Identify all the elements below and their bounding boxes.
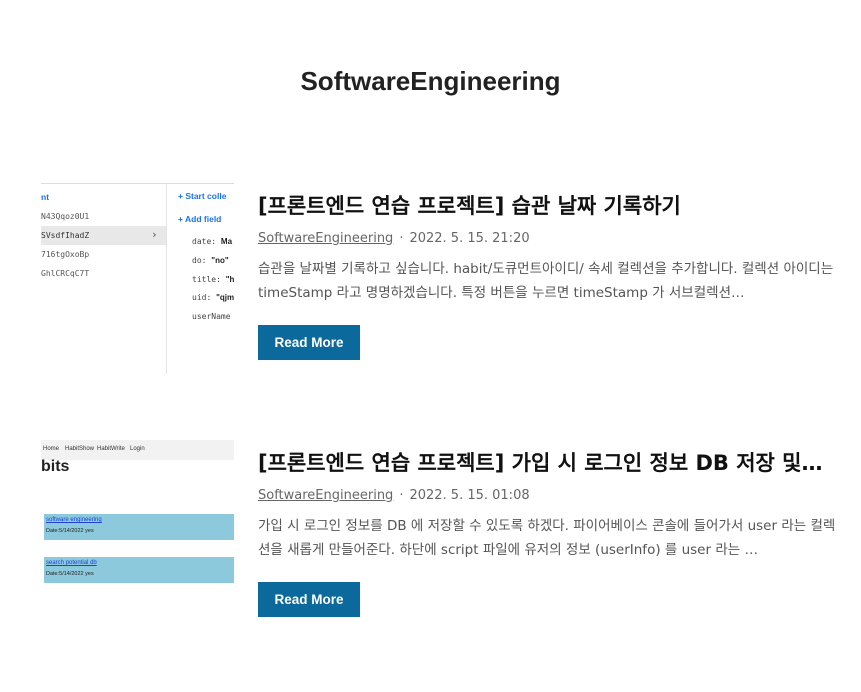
post-category-link[interactable]: SoftwareEngineering xyxy=(258,231,393,246)
habit-date: Date:5/14/2022 yes xyxy=(46,571,94,577)
thumbnail-navbar: Home HabitShow HabitWrite Login xyxy=(41,440,234,460)
post-excerpt: 가입 시 로그인 정보를 DB 에 저장할 수 있도록 하겠다. 파이어베이스 … xyxy=(258,518,836,558)
habit-card: search potential db Date:5/14/2022 yes xyxy=(44,557,234,583)
divider xyxy=(166,183,167,374)
chevron-right-icon: › xyxy=(151,228,158,241)
post-excerpt: 습관을 날짜별 기록하고 싶습니다. habit/도큐먼트아이디/ 속세 컬렉션… xyxy=(258,261,834,301)
post-meta: SoftwareEngineering · 2022. 5. 15. 01:08 xyxy=(258,488,530,503)
habit-card: software engineering Date:5/14/2022 yes xyxy=(44,514,234,540)
doc-id: N43Qqoz0U1 xyxy=(41,212,90,221)
field-row: date: Ma xyxy=(192,237,233,246)
divider xyxy=(41,183,234,184)
post-category-link[interactable]: SoftwareEngineering xyxy=(258,488,393,503)
nav-item: Home xyxy=(43,446,60,452)
habit-link: software engineering xyxy=(46,517,102,523)
nav-item: HabitShow xyxy=(65,446,95,452)
nav-item: HabitWrite xyxy=(97,446,125,452)
post-meta: SoftwareEngineering · 2022. 5. 15. 21:20 xyxy=(258,231,530,246)
doc-id: SVsdfIhadZ xyxy=(41,231,90,240)
post-date: 2022. 5. 15. 01:08 xyxy=(409,488,530,503)
doc-id: 716tgOxoBp xyxy=(41,250,90,259)
habit-date: Date:5/14/2022 yes xyxy=(46,528,94,534)
field-row: title: "h xyxy=(192,275,234,284)
post-title-link[interactable]: [프론트엔드 연습 프로젝트] 습관 날짜 기록하기 xyxy=(258,193,842,219)
field-row: do: "no" xyxy=(192,256,229,265)
habit-link: search potential db xyxy=(46,560,97,566)
meta-separator: · xyxy=(399,488,404,503)
doc-id: GhlCRCqC7T xyxy=(41,269,90,278)
nav-item: Login xyxy=(130,446,145,452)
thumbnail-heading: bits xyxy=(41,458,70,475)
post-title-link[interactable]: [프론트엔드 연습 프로젝트] 가입 시 로그인 정보 DB 저장 및… xyxy=(258,450,842,476)
post-thumbnail[interactable]: nt N43Qqoz0U1 SVsdfIhadZ › 716tgOxoBp Gh… xyxy=(41,183,234,374)
post-date: 2022. 5. 15. 21:20 xyxy=(409,231,530,246)
meta-separator: · xyxy=(399,231,404,246)
panel-header: nt xyxy=(41,192,50,202)
read-more-button[interactable]: Read More xyxy=(258,325,360,360)
start-collection-label: + Start colle xyxy=(178,191,227,201)
add-field-label: + Add field xyxy=(178,214,222,224)
category-title: SoftwareEngineering xyxy=(300,66,561,96)
field-row: userName xyxy=(192,312,231,321)
field-row: uid: "qjm xyxy=(192,293,234,302)
post-thumbnail[interactable]: Home HabitShow HabitWrite Login bits sof… xyxy=(41,440,234,588)
read-more-button[interactable]: Read More xyxy=(258,582,360,617)
